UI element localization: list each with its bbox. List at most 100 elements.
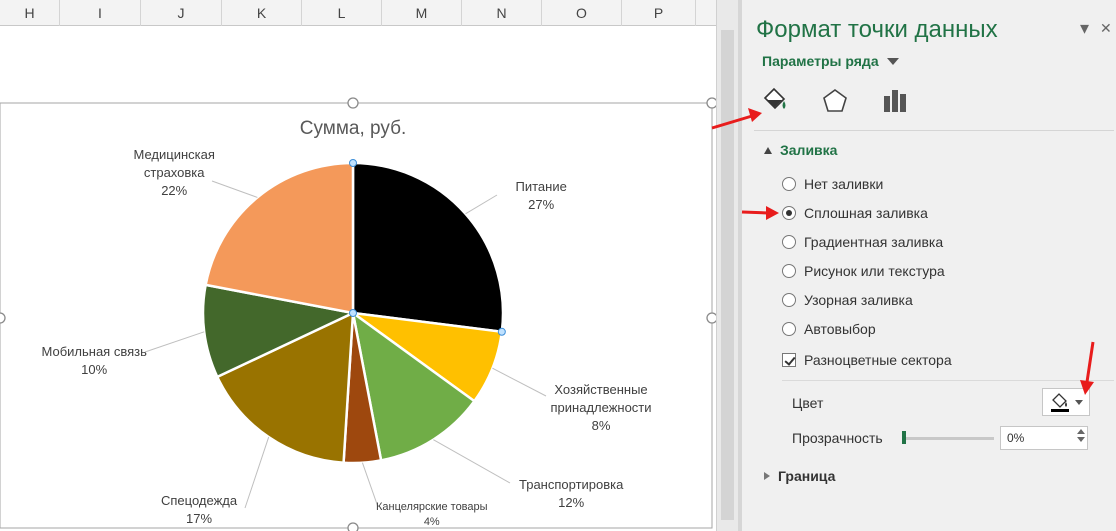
fill-section-label: Заливка bbox=[780, 142, 838, 158]
resize-handle[interactable] bbox=[347, 522, 359, 531]
color-label: Цвет bbox=[792, 395, 824, 411]
radio-no-fill[interactable]: Нет заливки bbox=[782, 176, 883, 192]
column-header-I[interactable]: I bbox=[60, 0, 141, 26]
transparency-input[interactable]: 0% bbox=[1000, 426, 1088, 450]
radio-gradient-fill[interactable]: Градиентная заливка bbox=[782, 234, 943, 250]
checkbox-label: Разноцветные сектора bbox=[804, 352, 952, 368]
radio-label: Градиентная заливка bbox=[804, 234, 944, 250]
chart-title[interactable]: Сумма, руб. bbox=[0, 118, 706, 140]
column-header-J[interactable]: J bbox=[141, 0, 222, 26]
leader-line bbox=[465, 194, 498, 215]
collapsed-icon bbox=[764, 472, 770, 480]
border-section-label: Граница bbox=[778, 468, 836, 484]
column-header-N[interactable]: N bbox=[462, 0, 542, 26]
effects-tab[interactable] bbox=[816, 82, 854, 120]
resize-handle[interactable] bbox=[347, 97, 359, 109]
chevron-down-icon bbox=[1075, 399, 1083, 405]
data-label-line: 8% bbox=[591, 418, 611, 433]
data-label-line: 22% bbox=[161, 183, 188, 198]
data-label-line: Хозяйственные bbox=[554, 382, 648, 397]
transparency-slider[interactable] bbox=[902, 437, 994, 440]
pane-tabs bbox=[756, 82, 914, 120]
data-label[interactable]: Медицинская страховка 22% bbox=[134, 146, 215, 200]
pie-chart[interactable] bbox=[0, 26, 716, 531]
fill-color-icon bbox=[1051, 393, 1069, 412]
column-header-M[interactable]: M bbox=[382, 0, 462, 26]
checkbox[interactable] bbox=[782, 353, 796, 367]
leader-line bbox=[211, 180, 258, 198]
separator bbox=[782, 380, 1114, 381]
vary-colors-checkbox[interactable]: Разноцветные сектора bbox=[782, 352, 952, 368]
vertical-scrollbar[interactable] bbox=[716, 0, 738, 531]
data-label[interactable]: Питание 27% bbox=[516, 178, 567, 214]
data-label-line: 17% bbox=[186, 511, 213, 526]
column-header-bar: HIJKLMNOP bbox=[0, 0, 716, 26]
fill-section-header[interactable]: Заливка bbox=[764, 142, 837, 158]
leader-line bbox=[144, 331, 205, 353]
transparency-value: 0% bbox=[1007, 431, 1025, 445]
fill-line-tab[interactable] bbox=[756, 82, 794, 120]
series-options-tab[interactable] bbox=[876, 82, 914, 120]
format-pane: Формат точки данных ▾ ✕ Параметры ряда З… bbox=[742, 0, 1116, 531]
data-label-line: Питание bbox=[515, 179, 567, 194]
excel-window: HIJKLMNOP Сумма, руб. Питание 27% Хозяйств… bbox=[0, 0, 1116, 531]
data-label-line: Канцелярские товары bbox=[376, 501, 488, 513]
radio-button[interactable] bbox=[782, 264, 796, 278]
slider-thumb[interactable] bbox=[902, 431, 906, 444]
resize-handle[interactable] bbox=[706, 312, 716, 324]
radio-button[interactable] bbox=[782, 177, 796, 191]
radio-label: Рисунок или текстура bbox=[804, 263, 945, 279]
column-header-O[interactable]: O bbox=[542, 0, 622, 26]
selection-handle[interactable] bbox=[497, 327, 506, 336]
data-label-line: страховка bbox=[143, 165, 205, 180]
transparency-label: Прозрачность bbox=[792, 430, 883, 446]
expanded-icon bbox=[764, 146, 772, 154]
pie-slice[interactable] bbox=[351, 161, 505, 334]
data-label[interactable]: Мобильная связь 10% bbox=[42, 343, 147, 379]
border-section-header[interactable]: Граница bbox=[764, 468, 835, 484]
leader-line bbox=[433, 439, 511, 484]
column-header-P[interactable]: P bbox=[622, 0, 696, 26]
paint-bucket-icon bbox=[763, 87, 786, 110]
radio-button[interactable] bbox=[782, 235, 796, 249]
radio-button[interactable] bbox=[782, 206, 796, 220]
radio-label: Узорная заливка bbox=[804, 292, 913, 308]
data-label-line: Медицинская bbox=[133, 147, 215, 162]
spin-buttons[interactable] bbox=[1077, 429, 1085, 442]
radio-button[interactable] bbox=[782, 322, 796, 336]
options-dropdown-label: Параметры ряда bbox=[762, 53, 879, 69]
color-picker-button[interactable] bbox=[1042, 388, 1090, 416]
selection-handle[interactable] bbox=[349, 309, 357, 317]
radio-pattern-fill[interactable]: Узорная заливка bbox=[782, 292, 913, 308]
spin-up-icon[interactable] bbox=[1077, 429, 1085, 434]
options-dropdown[interactable]: Параметры ряда bbox=[762, 53, 899, 69]
data-label-line: принадлежности bbox=[550, 400, 652, 415]
radio-label: Нет заливки bbox=[804, 176, 884, 192]
close-icon[interactable]: ✕ bbox=[1100, 20, 1112, 37]
data-label-line: Мобильная связь bbox=[41, 344, 147, 359]
radio-button[interactable] bbox=[782, 293, 796, 307]
column-header-H[interactable]: H bbox=[0, 0, 60, 26]
data-label-line: 4% bbox=[423, 516, 440, 528]
column-header-K[interactable]: K bbox=[222, 0, 302, 26]
spin-down-icon[interactable] bbox=[1077, 437, 1085, 442]
radio-label: Сплошная заливка bbox=[804, 205, 928, 221]
radio-solid-fill[interactable]: Сплошная заливка bbox=[782, 205, 928, 221]
resize-handle[interactable] bbox=[706, 97, 716, 109]
column-header-L[interactable]: L bbox=[302, 0, 382, 26]
bar-chart-icon bbox=[884, 90, 906, 112]
collapse-icon[interactable]: ▾ bbox=[1080, 18, 1089, 39]
leader-line bbox=[244, 436, 270, 509]
resize-handle[interactable] bbox=[0, 312, 6, 324]
radio-label: Автовыбор bbox=[804, 321, 876, 337]
radio-picture-fill[interactable]: Рисунок или текстура bbox=[782, 263, 945, 279]
pentagon-icon bbox=[823, 89, 847, 112]
data-label[interactable]: Транспортировка 12% bbox=[519, 476, 623, 512]
scrollbar-thumb[interactable] bbox=[721, 30, 734, 520]
data-label-line: Транспортировка bbox=[519, 477, 624, 492]
data-label[interactable]: Канцелярские товары 4% bbox=[376, 500, 488, 530]
data-label[interactable]: Хозяйственные принадлежности 8% bbox=[551, 381, 652, 435]
selection-handle[interactable] bbox=[349, 159, 357, 167]
data-label[interactable]: Спецодежда 17% bbox=[161, 492, 237, 528]
radio-automatic[interactable]: Автовыбор bbox=[782, 321, 876, 337]
